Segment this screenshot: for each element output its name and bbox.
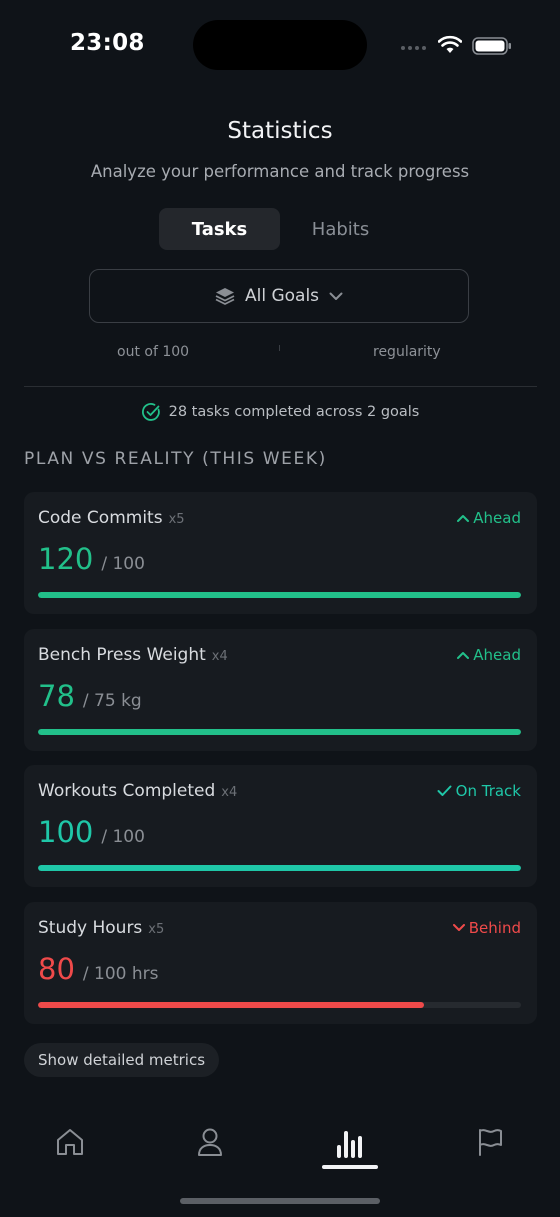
section-divider bbox=[24, 386, 537, 387]
tab-tasks[interactable]: Tasks bbox=[159, 208, 280, 250]
progress-bar bbox=[38, 592, 521, 598]
metric-target: / 100 bbox=[101, 827, 145, 847]
tab-habits[interactable]: Habits bbox=[280, 208, 401, 250]
progress-bar bbox=[38, 729, 521, 735]
metric-status-label: On Track bbox=[455, 782, 521, 800]
metric-card[interactable]: Bench Press Weight x4 Ahead 78 / 75 kg bbox=[24, 629, 537, 751]
page-subtitle: Analyze your performance and track progr… bbox=[90, 162, 470, 181]
metric-name-wrap: Workouts Completed x4 bbox=[38, 781, 237, 801]
metric-card[interactable]: Study Hours x5 Behind 80 / 100 hrs bbox=[24, 902, 537, 1024]
metric-value-wrap: 100 / 100 bbox=[38, 815, 145, 849]
metric-value-wrap: 78 / 75 kg bbox=[38, 679, 142, 713]
metric-target: / 100 hrs bbox=[82, 964, 159, 984]
metric-value-wrap: 120 / 100 bbox=[38, 542, 145, 576]
tab-goals[interactable] bbox=[470, 1122, 510, 1162]
score-caption: out of 100 bbox=[117, 344, 190, 360]
goals-filter-dropdown[interactable]: All Goals bbox=[89, 269, 469, 323]
chevron-up-icon bbox=[457, 652, 470, 659]
show-detailed-metrics-button[interactable]: Show detailed metrics bbox=[24, 1043, 220, 1077]
metric-target: / 75 kg bbox=[82, 691, 142, 711]
metric-name-wrap: Bench Press Weight x4 bbox=[38, 645, 228, 665]
tab-statistics[interactable] bbox=[330, 1122, 370, 1162]
metric-name: Bench Press Weight bbox=[38, 645, 206, 665]
home-indicator bbox=[180, 1198, 380, 1204]
metric-status: Ahead bbox=[457, 509, 521, 527]
metric-status: Behind bbox=[452, 919, 521, 937]
dynamic-island bbox=[193, 20, 367, 70]
section-title: PLAN VS REALITY (THIS WEEK) bbox=[24, 449, 327, 469]
metric-value: 78 bbox=[38, 679, 75, 713]
profile-icon bbox=[198, 1128, 222, 1156]
page-title: Statistics bbox=[227, 118, 333, 144]
layers-icon bbox=[215, 288, 235, 305]
metric-name: Workouts Completed bbox=[38, 781, 216, 801]
metric-name: Study Hours bbox=[38, 918, 143, 938]
active-tab-indicator bbox=[322, 1165, 378, 1169]
progress-fill bbox=[38, 865, 521, 871]
check-circle-icon bbox=[141, 403, 160, 421]
tab-profile[interactable] bbox=[190, 1122, 230, 1162]
tab-home[interactable] bbox=[50, 1122, 90, 1162]
chevron-down-icon bbox=[329, 292, 343, 300]
chevron-down-icon bbox=[452, 924, 465, 931]
check-icon bbox=[437, 785, 452, 796]
metric-target: / 100 bbox=[101, 554, 145, 574]
metric-status-label: Ahead bbox=[473, 509, 521, 527]
metric-multiplier: x5 bbox=[168, 512, 185, 527]
metric-multiplier: x4 bbox=[211, 649, 228, 664]
home-icon bbox=[57, 1129, 83, 1155]
progress-bar bbox=[38, 1002, 521, 1008]
progress-fill bbox=[38, 592, 521, 598]
metric-name-wrap: Code Commits x5 bbox=[38, 508, 185, 528]
progress-bar bbox=[38, 865, 521, 871]
metric-status-label: Ahead bbox=[473, 646, 521, 664]
completion-summary: 28 tasks completed across 2 goals bbox=[0, 402, 560, 422]
summary-text: 28 tasks completed across 2 goals bbox=[168, 404, 420, 420]
metric-value: 80 bbox=[38, 952, 75, 986]
metric-status: On Track bbox=[437, 782, 521, 800]
metric-name-wrap: Study Hours x5 bbox=[38, 918, 164, 938]
metric-status-label: Behind bbox=[468, 919, 521, 937]
metric-card[interactable]: Workouts Completed x4 On Track 100 / 100 bbox=[24, 765, 537, 887]
battery-icon bbox=[472, 37, 511, 55]
signal-dots-icon bbox=[401, 46, 426, 50]
chevron-up-icon bbox=[457, 515, 470, 522]
wifi-icon bbox=[438, 35, 462, 53]
metric-value: 100 bbox=[38, 815, 94, 849]
progress-fill bbox=[38, 729, 521, 735]
status-time: 23:08 bbox=[70, 30, 145, 56]
metric-value-wrap: 80 / 100 hrs bbox=[38, 952, 159, 986]
metric-status: Ahead bbox=[457, 646, 521, 664]
metric-multiplier: x5 bbox=[148, 922, 165, 937]
status-bar: 23:08 bbox=[0, 0, 560, 90]
progress-fill bbox=[38, 1002, 425, 1008]
stats-icon bbox=[337, 1131, 362, 1158]
bottom-tab-bar bbox=[0, 1110, 560, 1180]
regularity-caption: regularity bbox=[373, 344, 441, 360]
metric-value: 120 bbox=[38, 542, 94, 576]
goals-filter-label: All Goals bbox=[244, 286, 320, 306]
metric-card[interactable]: Code Commits x5 Ahead 120 / 100 bbox=[24, 492, 537, 614]
metric-multiplier: x4 bbox=[221, 785, 238, 800]
divider-tick bbox=[279, 345, 280, 351]
metric-name: Code Commits bbox=[38, 508, 163, 528]
flag-icon bbox=[479, 1129, 502, 1156]
